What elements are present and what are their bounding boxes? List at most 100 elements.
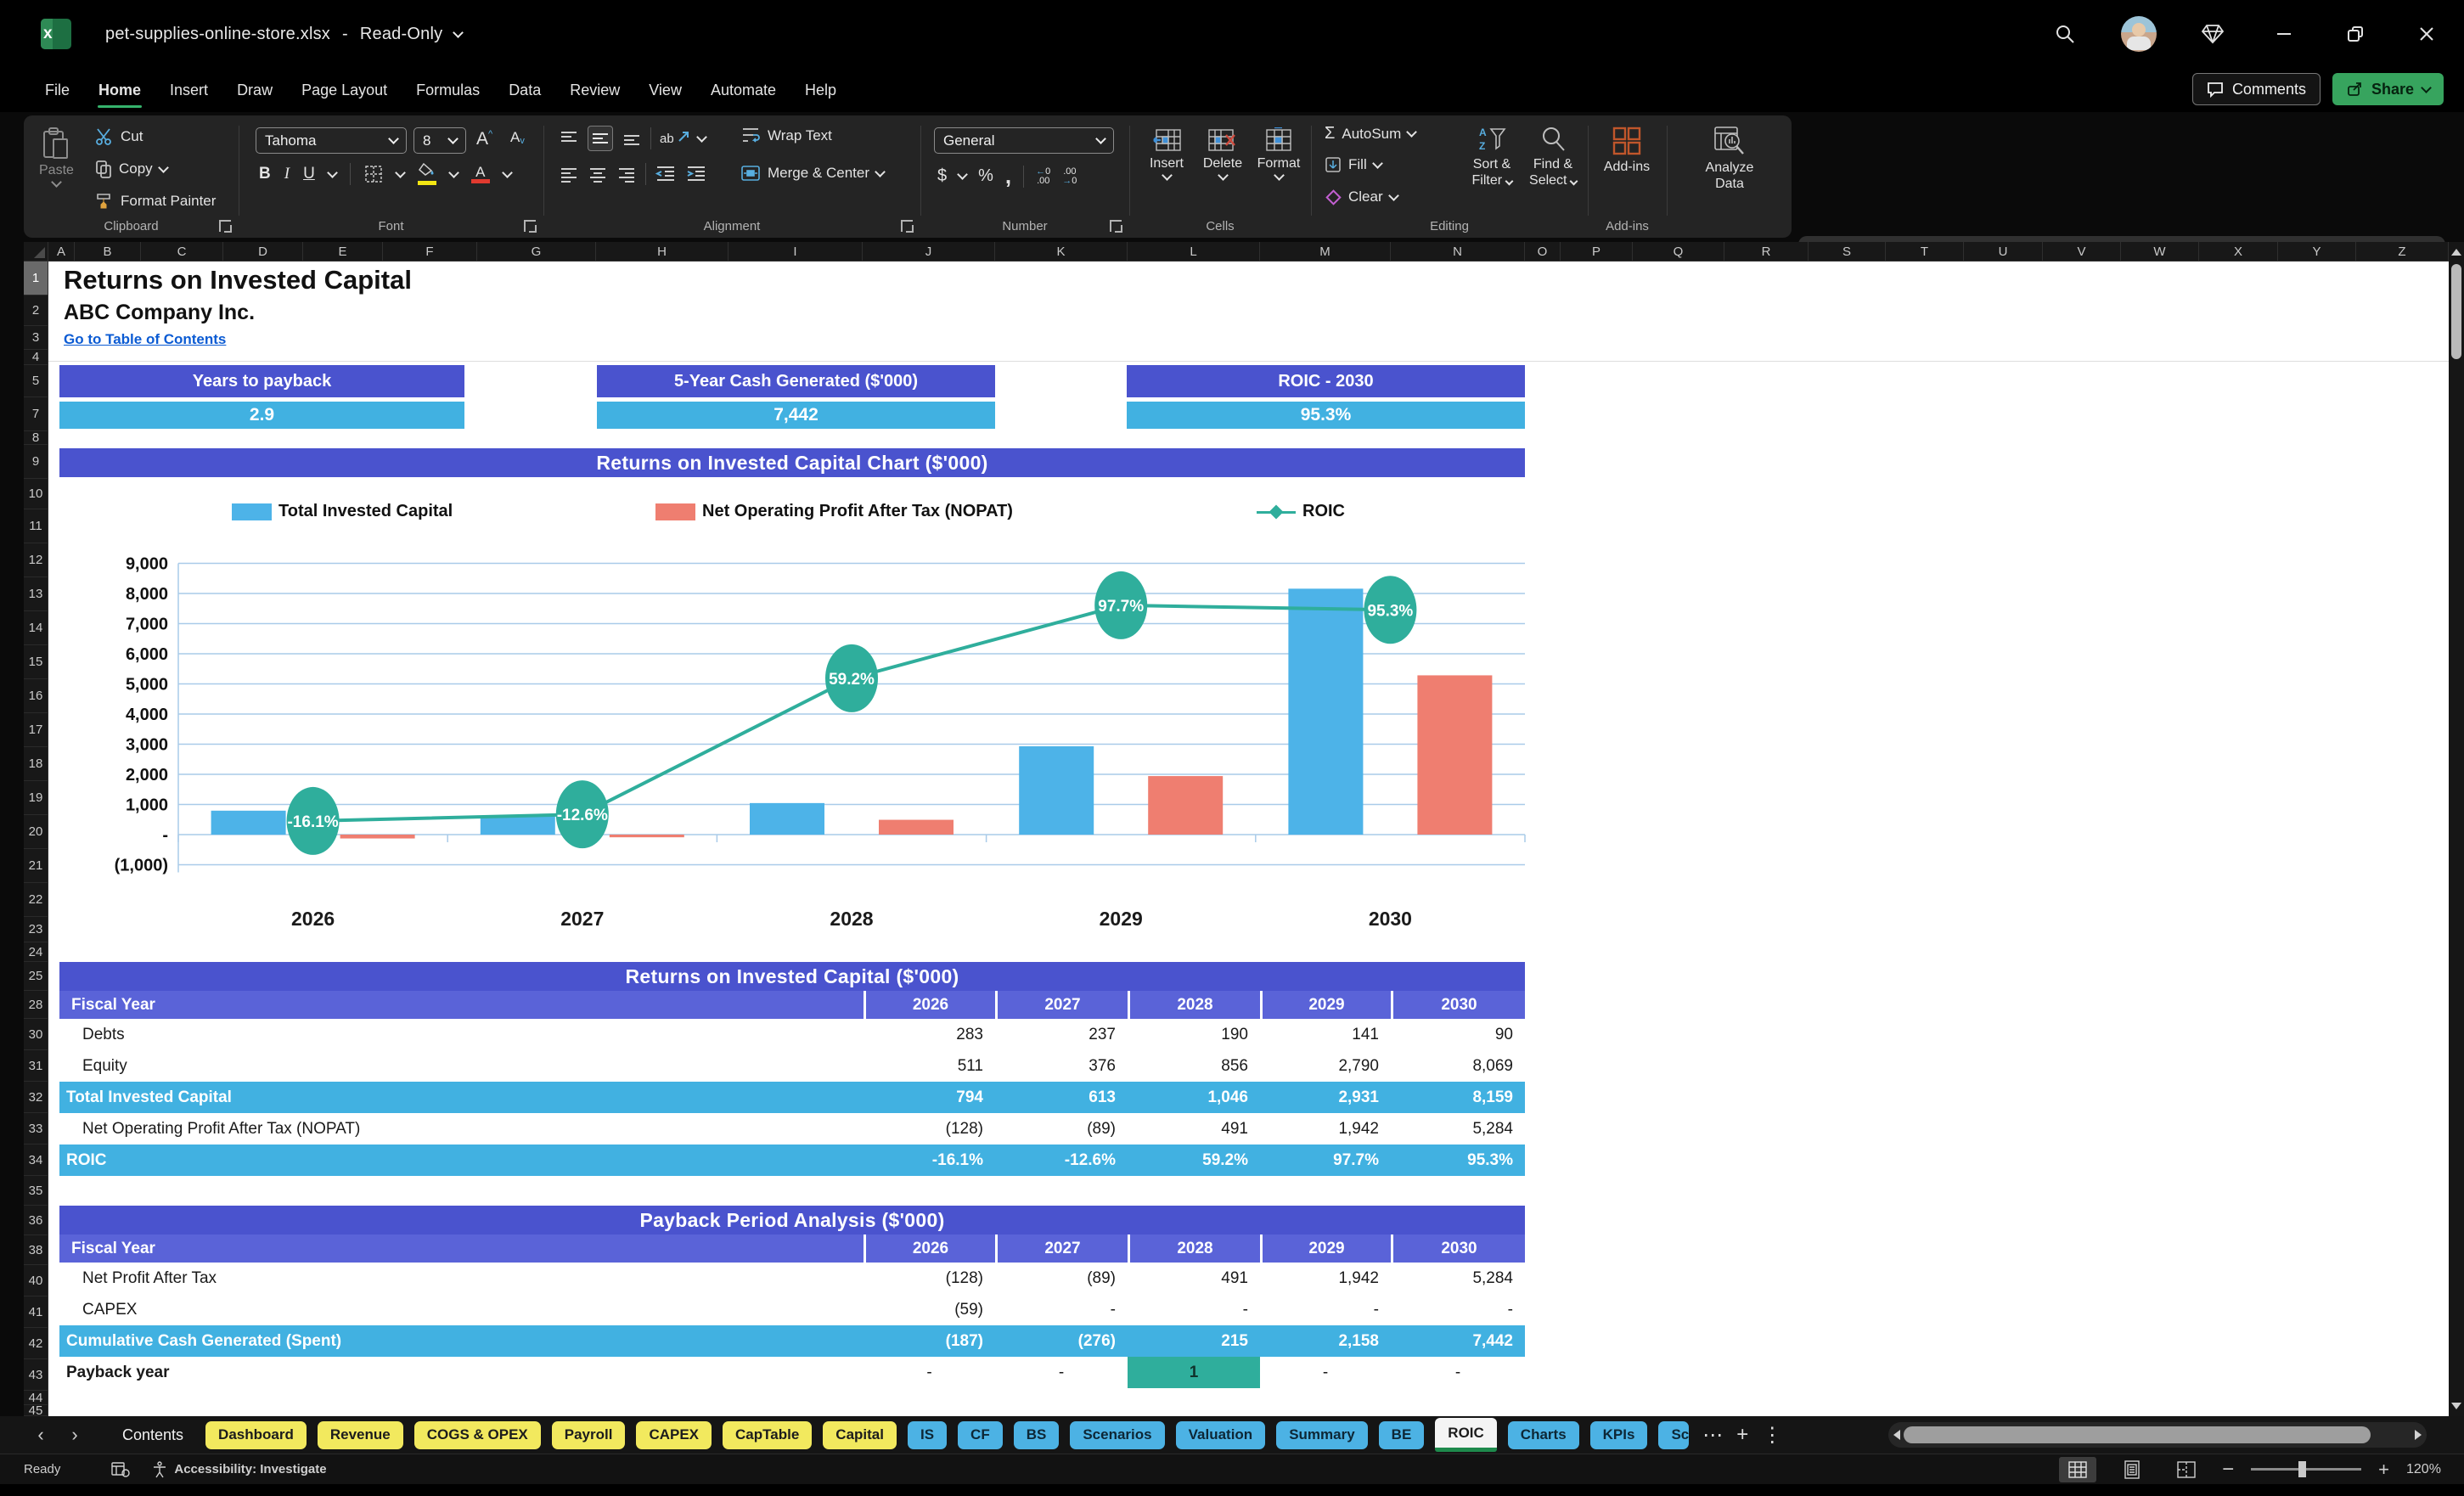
row-header-10[interactable]: 10 — [24, 479, 48, 509]
align-right-button[interactable] — [616, 164, 637, 184]
sheet-tab-valuation[interactable]: Valuation — [1175, 1420, 1266, 1449]
row-header-23[interactable]: 23 — [24, 917, 48, 942]
underline-chevron-icon[interactable] — [326, 166, 338, 178]
orientation-button[interactable]: ab — [660, 131, 689, 146]
find-select-button[interactable]: Find & Select — [1525, 126, 1581, 188]
column-header-Q[interactable]: Q — [1633, 242, 1724, 262]
column-header-G[interactable]: G — [477, 242, 596, 262]
column-header-L[interactable]: L — [1128, 242, 1260, 262]
roic-table-cell-2029[interactable]: 1,942 — [1260, 1113, 1391, 1144]
row-header-33[interactable]: 33 — [24, 1113, 48, 1144]
clear-button[interactable]: Clear — [1325, 188, 1399, 205]
minimize-button[interactable] — [2269, 19, 2299, 49]
roic-table-cell-2027[interactable]: 376 — [995, 1050, 1128, 1082]
macro-record-icon[interactable] — [111, 1461, 131, 1478]
menu-automate[interactable]: Automate — [696, 75, 790, 106]
roic-table-cell-2030[interactable]: 8,069 — [1391, 1050, 1525, 1082]
normal-view-button[interactable] — [2059, 1456, 2097, 1482]
roic-table-cell-2030[interactable]: 5,284 — [1391, 1113, 1525, 1144]
payback-table-cell-2027[interactable]: (89) — [995, 1263, 1128, 1294]
column-header-U[interactable]: U — [1964, 242, 2043, 262]
toc-link[interactable]: Go to Table of Contents — [64, 331, 226, 348]
row-header-30[interactable]: 30 — [24, 1019, 48, 1050]
column-header-Y[interactable]: Y — [2278, 242, 2356, 262]
accounting-format-button[interactable]: $ — [937, 166, 947, 186]
fill-color-chevron-icon[interactable] — [447, 166, 459, 178]
chart-banner[interactable]: Returns on Invested Capital Chart ($'000… — [59, 448, 1525, 477]
bar-2027-tic[interactable] — [480, 816, 555, 835]
legend-item-roic[interactable]: ROIC — [1257, 502, 1345, 521]
roic-table-cell-2026[interactable]: 283 — [864, 1019, 995, 1050]
payback-table-cell-2028[interactable]: - — [1128, 1294, 1260, 1325]
worksheet[interactable]: Returns on Invested Capital ABC Company … — [48, 262, 2449, 1416]
sheet-tab-revenue[interactable]: Revenue — [317, 1420, 403, 1449]
sheet-tab-charts[interactable]: Charts — [1507, 1420, 1579, 1449]
status-accessibility[interactable]: Accessibility: Investigate — [174, 1462, 326, 1476]
align-middle-button[interactable] — [588, 126, 613, 151]
format-cells-button[interactable]: Format — [1253, 127, 1304, 181]
orientation-chevron-icon[interactable] — [695, 131, 707, 143]
row-header-3[interactable]: 3 — [24, 326, 48, 350]
column-header-S[interactable]: S — [1809, 242, 1886, 262]
roic-table-cell-2026[interactable]: (128) — [864, 1113, 995, 1144]
sheet-tab-captable[interactable]: CapTable — [723, 1420, 813, 1449]
vertical-scroll-thumb[interactable] — [2451, 264, 2461, 359]
roic-table-header-label[interactable]: Fiscal Year — [59, 991, 864, 1019]
kpi-label-roic[interactable]: ROIC - 2030 — [1127, 365, 1525, 397]
roic-table-banner[interactable]: Returns on Invested Capital ($'000) — [59, 962, 1525, 991]
row-header-11[interactable]: 11 — [24, 509, 48, 543]
cut-button[interactable]: Cut — [95, 127, 143, 146]
roic-table-header-2028[interactable]: 2028 — [1128, 991, 1260, 1019]
clipboard-dialog-launcher[interactable] — [219, 220, 232, 233]
roic-table-row-label[interactable]: Total Invested Capital — [59, 1082, 864, 1113]
sheet-tab-summary[interactable]: Summary — [1276, 1420, 1368, 1449]
autosum-button[interactable]: Σ AutoSum — [1325, 124, 1418, 143]
align-top-button[interactable] — [559, 128, 579, 149]
borders-button[interactable] — [364, 165, 383, 183]
sheet-tab-contents[interactable]: Contents — [122, 1426, 183, 1444]
payback-table-header-2030[interactable]: 2030 — [1391, 1234, 1525, 1263]
payback-table-header-label[interactable]: Fiscal Year — [59, 1234, 864, 1263]
row-header-12[interactable]: 12 — [24, 543, 48, 577]
payback-table-cell-2026[interactable]: (128) — [864, 1263, 995, 1294]
merge-center-button[interactable]: Merge & Center — [740, 163, 886, 183]
copy-button[interactable]: Copy — [95, 160, 169, 178]
sheet-tab-cf[interactable]: CF — [958, 1420, 1003, 1449]
row-header-24[interactable]: 24 — [24, 942, 48, 962]
column-header-N[interactable]: N — [1391, 242, 1525, 262]
payback-table-cell-2030[interactable]: 7,442 — [1391, 1325, 1525, 1357]
more-sheets-icon[interactable]: ⋯ — [1702, 1423, 1723, 1448]
roic-table-cell-2028[interactable]: 59.2% — [1128, 1144, 1260, 1176]
payback-table-banner[interactable]: Payback Period Analysis ($'000) — [59, 1206, 1525, 1234]
roic-table-row-label[interactable]: Equity — [59, 1050, 864, 1082]
font-family-select[interactable]: Tahoma — [256, 127, 407, 154]
column-header-Z[interactable]: Z — [2356, 242, 2449, 262]
align-center-button[interactable] — [588, 164, 608, 184]
menu-draw[interactable]: Draw — [222, 75, 287, 106]
bold-button[interactable]: B — [259, 165, 271, 183]
roic-table-cell-2026[interactable]: -16.1% — [864, 1144, 995, 1176]
roic-table-row-label[interactable]: Net Operating Profit After Tax (NOPAT) — [59, 1113, 864, 1144]
sheet-tab-kpis[interactable]: KPIs — [1589, 1420, 1648, 1449]
column-header-E[interactable]: E — [303, 242, 383, 262]
font-color-chevron-icon[interactable] — [501, 166, 513, 178]
payback-table-row-label[interactable]: Payback year — [59, 1357, 864, 1388]
menu-home[interactable]: Home — [84, 75, 155, 108]
payback-table-header-2029[interactable]: 2029 — [1260, 1234, 1391, 1263]
roic-table-header-2026[interactable]: 2026 — [864, 991, 995, 1019]
row-header-15[interactable]: 15 — [24, 645, 48, 679]
premium-diamond-icon[interactable] — [2197, 19, 2228, 49]
row-header-20[interactable]: 20 — [24, 815, 48, 849]
borders-chevron-icon[interactable] — [394, 166, 406, 178]
column-header-F[interactable]: F — [383, 242, 477, 262]
roic-table-cell-2028[interactable]: 1,046 — [1128, 1082, 1260, 1113]
sheet-tab-scenarios[interactable]: Scenarios — [1070, 1420, 1165, 1449]
zoom-slider-thumb[interactable] — [2298, 1461, 2307, 1477]
roic-table-cell-2030[interactable]: 90 — [1391, 1019, 1525, 1050]
alignment-dialog-launcher[interactable] — [901, 220, 914, 233]
column-header-W[interactable]: W — [2121, 242, 2199, 262]
align-bottom-button[interactable] — [622, 128, 642, 149]
row-header-9[interactable]: 9 — [24, 445, 48, 479]
roic-table-cell-2027[interactable]: -12.6% — [995, 1144, 1128, 1176]
tab-scroll-left-icon[interactable]: ‹ — [24, 1424, 58, 1446]
